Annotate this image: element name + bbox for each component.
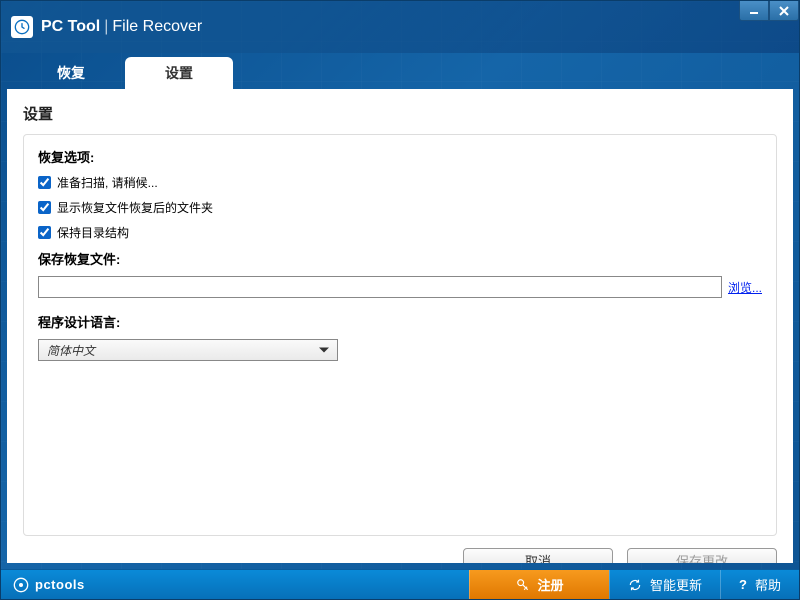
footer-spacer xyxy=(97,570,469,599)
recover-options-label: 恢复选项: xyxy=(38,147,762,166)
page-title: 设置 xyxy=(23,103,777,124)
language-label: 程序设计语言: xyxy=(38,312,762,331)
language-select[interactable]: 简体中文 xyxy=(38,339,338,361)
title-brand: PC Tool xyxy=(41,18,100,36)
window-controls xyxy=(739,1,799,21)
checkbox-show-folder-label: 显示恢复文件恢复后的文件夹 xyxy=(57,199,213,216)
save-path-label: 保存恢复文件: xyxy=(38,249,762,268)
minimize-button[interactable] xyxy=(739,1,769,21)
footer: pctools 注册 智能更新 ? 帮助 xyxy=(1,569,799,599)
update-label: 智能更新 xyxy=(650,575,702,594)
close-icon xyxy=(779,6,789,16)
checkbox-keep-structure-label: 保持目录结构 xyxy=(57,224,129,241)
button-row: 取消 保存更改 xyxy=(23,548,777,563)
help-button[interactable]: ? 帮助 xyxy=(720,570,799,599)
settings-panel: 恢复选项: 准备扫描, 请稍候... 显示恢复文件恢复后的文件夹 保持目录结构 … xyxy=(23,134,777,536)
tab-recover[interactable]: 恢复 xyxy=(17,57,125,89)
minimize-icon xyxy=(749,6,759,16)
key-icon xyxy=(516,578,530,592)
app-window: PC Tool | File Recover 恢复 设置 设置 恢复选项: 准备… xyxy=(0,0,800,600)
content-area: 设置 恢复选项: 准备扫描, 请稍候... 显示恢复文件恢复后的文件夹 保持目录… xyxy=(7,89,793,563)
update-button[interactable]: 智能更新 xyxy=(609,570,720,599)
tab-settings[interactable]: 设置 xyxy=(125,57,233,89)
footer-brand: pctools xyxy=(35,577,85,592)
language-selected: 简体中文 xyxy=(47,342,95,359)
save-button[interactable]: 保存更改 xyxy=(627,548,777,563)
checkbox-show-folder[interactable]: 显示恢复文件恢复后的文件夹 xyxy=(38,199,762,216)
refresh-icon xyxy=(628,578,642,592)
register-label: 注册 xyxy=(538,575,564,594)
titlebar: PC Tool | File Recover xyxy=(1,1,799,53)
help-label: 帮助 xyxy=(755,575,781,594)
app-logo-icon xyxy=(11,16,33,38)
checkbox-keep-structure[interactable]: 保持目录结构 xyxy=(38,224,762,241)
save-path-input[interactable] xyxy=(38,276,722,298)
chevron-down-icon xyxy=(319,348,329,353)
title-separator: | xyxy=(104,18,108,36)
tabs: 恢复 设置 xyxy=(1,53,799,89)
language-select-wrap: 简体中文 xyxy=(38,339,338,361)
checkbox-prepare-scan[interactable]: 准备扫描, 请稍候... xyxy=(38,174,762,191)
checkbox-prepare-scan-input[interactable] xyxy=(38,176,51,189)
save-path-row: 浏览... xyxy=(38,276,762,298)
title-product: File Recover xyxy=(112,18,202,36)
browse-link[interactable]: 浏览... xyxy=(728,279,762,296)
footer-logo: pctools xyxy=(1,570,97,599)
pctools-icon xyxy=(13,577,29,593)
checkbox-keep-structure-input[interactable] xyxy=(38,226,51,239)
cancel-button[interactable]: 取消 xyxy=(463,548,613,563)
register-button[interactable]: 注册 xyxy=(469,570,609,599)
checkbox-show-folder-input[interactable] xyxy=(38,201,51,214)
checkbox-prepare-scan-label: 准备扫描, 请稍候... xyxy=(57,174,158,191)
close-button[interactable] xyxy=(769,1,799,21)
help-icon: ? xyxy=(739,577,747,592)
